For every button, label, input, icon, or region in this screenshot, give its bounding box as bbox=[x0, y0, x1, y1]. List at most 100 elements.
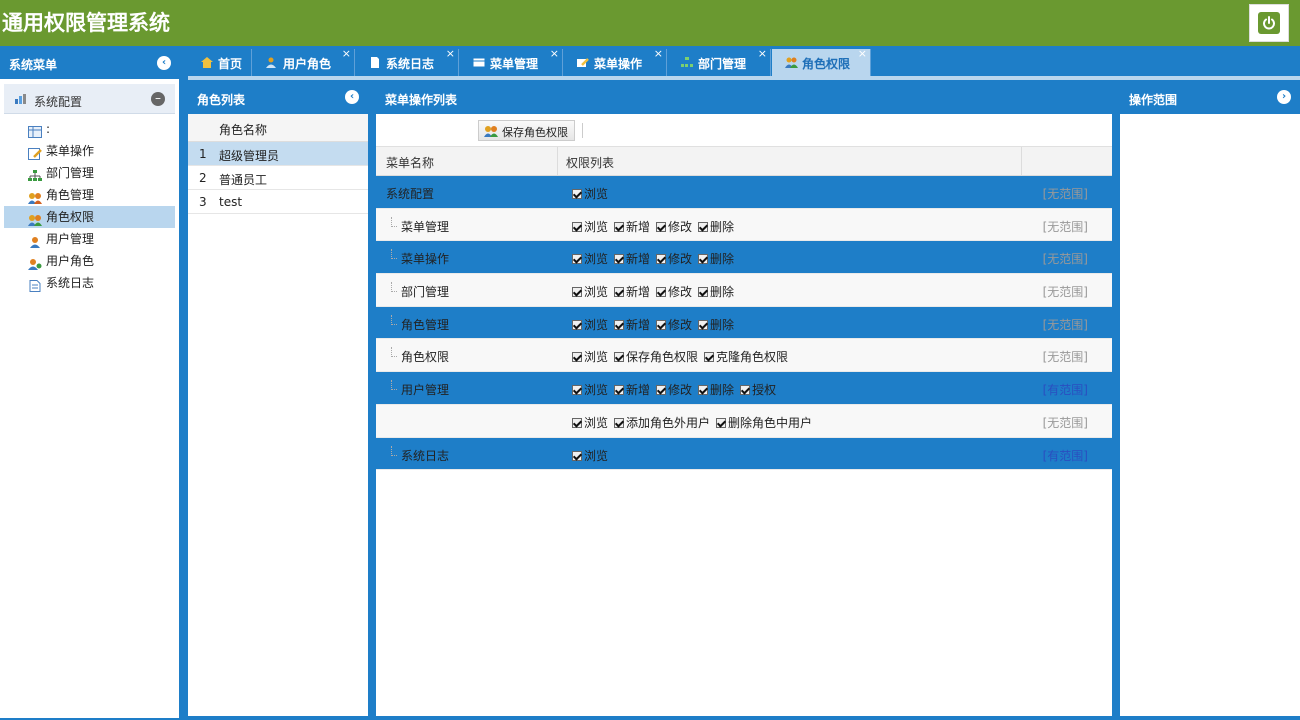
scope-link[interactable]: [无范围] bbox=[1043, 414, 1088, 431]
permission-checkbox[interactable]: 添加角色外用户 bbox=[614, 416, 710, 430]
close-icon[interactable]: × bbox=[550, 47, 559, 60]
table-row[interactable]: 浏览 添加角色外用户 删除角色中用户 [无范围] bbox=[376, 404, 1112, 438]
panel-splitter[interactable] bbox=[368, 80, 376, 718]
checkbox-checked-icon[interactable] bbox=[704, 352, 715, 363]
expand-right-icon[interactable]: › bbox=[1277, 90, 1291, 104]
sidebar-item-role-permission[interactable]: 角色权限 bbox=[4, 206, 175, 228]
sidebar-item-menu-ops[interactable]: 菜单操作 bbox=[4, 140, 175, 162]
checkbox-checked-icon[interactable] bbox=[740, 385, 751, 396]
scope-link[interactable]: [无范围] bbox=[1043, 185, 1088, 202]
permission-checkbox[interactable]: 新增 bbox=[614, 318, 650, 332]
permission-checkbox[interactable]: 授权 bbox=[740, 383, 776, 397]
sidebar-splitter[interactable] bbox=[179, 46, 188, 718]
table-row[interactable]: 2 普通员工 bbox=[188, 166, 368, 190]
checkbox-checked-icon[interactable] bbox=[572, 385, 582, 396]
checkbox-checked-icon[interactable] bbox=[572, 254, 582, 265]
table-row[interactable]: 菜单管理 浏览 新增 修改 删除 [无范围] bbox=[376, 208, 1112, 242]
checkbox-checked-icon[interactable] bbox=[572, 221, 582, 232]
scope-link[interactable]: [无范围] bbox=[1043, 316, 1088, 333]
tab-home[interactable]: 首页 bbox=[188, 49, 252, 76]
scope-link[interactable]: [有范围] bbox=[1043, 381, 1088, 398]
checkbox-checked-icon[interactable] bbox=[656, 319, 667, 330]
permission-checkbox[interactable]: 修改 bbox=[656, 285, 692, 299]
sidebar-item-role-manage[interactable]: 角色管理 bbox=[4, 184, 175, 206]
close-icon[interactable]: × bbox=[446, 47, 455, 60]
power-button[interactable] bbox=[1249, 4, 1289, 42]
permission-checkbox[interactable]: 修改 bbox=[656, 383, 692, 397]
tab-role-permission[interactable]: 角色权限 × bbox=[772, 47, 871, 76]
checkbox-checked-icon[interactable] bbox=[698, 287, 709, 298]
sidebar-item-user-manage[interactable]: 用户管理 bbox=[4, 228, 175, 250]
permission-checkbox[interactable]: 修改 bbox=[656, 220, 692, 234]
permission-checkbox[interactable]: 删除角色中用户 bbox=[716, 416, 812, 430]
checkbox-checked-icon[interactable] bbox=[614, 385, 625, 396]
checkbox-checked-icon[interactable] bbox=[614, 287, 625, 298]
permission-checkbox[interactable]: 修改 bbox=[656, 318, 692, 332]
permission-checkbox[interactable]: 浏览 bbox=[572, 416, 608, 430]
tab-menu-ops[interactable]: 菜单操作 × bbox=[564, 47, 667, 76]
table-row[interactable]: 系统配置 浏览 [无范围] bbox=[376, 176, 1112, 209]
table-row[interactable]: 菜单操作 浏览 新增 修改 删除 [无范围] bbox=[376, 241, 1112, 275]
checkbox-checked-icon[interactable] bbox=[698, 385, 709, 396]
close-icon[interactable]: × bbox=[654, 47, 663, 60]
close-icon[interactable]: × bbox=[342, 47, 351, 60]
checkbox-checked-icon[interactable] bbox=[614, 319, 625, 330]
permission-checkbox[interactable]: 浏览 bbox=[572, 350, 608, 364]
sidebar-item-user-role[interactable]: 用户角色 bbox=[4, 250, 175, 272]
save-role-permission-button[interactable]: 保存角色权限 bbox=[478, 120, 575, 141]
permission-checkbox[interactable]: 删除 bbox=[698, 285, 734, 299]
permission-checkbox[interactable]: 浏览 bbox=[572, 285, 608, 299]
tab-department[interactable]: 部门管理 × bbox=[668, 47, 771, 76]
checkbox-checked-icon[interactable] bbox=[572, 352, 582, 363]
scope-link[interactable]: [无范围] bbox=[1043, 283, 1088, 300]
tab-menu-manage[interactable]: 菜单管理 × bbox=[460, 47, 563, 76]
table-row[interactable]: 1 超级管理员 bbox=[188, 142, 368, 166]
collapse-group-icon[interactable]: – bbox=[151, 92, 165, 106]
permission-checkbox[interactable]: 删除 bbox=[698, 252, 734, 266]
checkbox-checked-icon[interactable] bbox=[572, 189, 582, 199]
permission-checkbox[interactable]: 浏览 bbox=[572, 318, 608, 332]
table-row[interactable]: 用户管理 浏览 新增 修改 删除 授权 [有范围] bbox=[376, 372, 1112, 405]
permission-checkbox[interactable]: 删除 bbox=[698, 383, 734, 397]
table-row[interactable]: 3 test bbox=[188, 190, 368, 214]
close-icon[interactable]: × bbox=[758, 47, 767, 60]
checkbox-checked-icon[interactable] bbox=[614, 352, 625, 363]
sidebar-item-menu-manage[interactable]: : bbox=[4, 118, 175, 140]
table-row[interactable]: 系统日志 浏览 [有范围] bbox=[376, 438, 1112, 471]
checkbox-checked-icon[interactable] bbox=[656, 287, 667, 298]
sidebar-item-department[interactable]: 部门管理 bbox=[4, 162, 175, 184]
permission-checkbox[interactable]: 保存角色权限 bbox=[614, 350, 698, 364]
permission-checkbox[interactable]: 新增 bbox=[614, 252, 650, 266]
checkbox-checked-icon[interactable] bbox=[656, 385, 667, 396]
checkbox-checked-icon[interactable] bbox=[698, 221, 709, 232]
table-row[interactable]: 部门管理 浏览 新增 修改 删除 [无范围] bbox=[376, 274, 1112, 307]
close-icon[interactable]: × bbox=[858, 47, 867, 60]
checkbox-checked-icon[interactable] bbox=[716, 417, 727, 428]
collapse-left-icon[interactable]: ‹ bbox=[157, 56, 171, 70]
collapse-left-icon[interactable]: ‹ bbox=[345, 90, 359, 104]
permission-checkbox[interactable]: 新增 bbox=[614, 285, 650, 299]
checkbox-checked-icon[interactable] bbox=[614, 221, 625, 232]
checkbox-checked-icon[interactable] bbox=[572, 287, 582, 298]
table-row[interactable]: 角色权限 浏览 保存角色权限 克隆角色权限 [无范围] bbox=[376, 339, 1112, 373]
scope-link[interactable]: [无范围] bbox=[1043, 348, 1088, 365]
tab-system-log[interactable]: 系统日志 × bbox=[356, 47, 459, 76]
checkbox-checked-icon[interactable] bbox=[656, 254, 667, 265]
permission-checkbox[interactable]: 删除 bbox=[698, 318, 734, 332]
checkbox-checked-icon[interactable] bbox=[572, 417, 582, 428]
checkbox-checked-icon[interactable] bbox=[572, 450, 582, 461]
checkbox-checked-icon[interactable] bbox=[698, 254, 709, 265]
scope-link[interactable]: [有范围] bbox=[1043, 447, 1088, 464]
panel-splitter[interactable] bbox=[1112, 80, 1120, 718]
permission-checkbox[interactable]: 浏览 bbox=[572, 187, 608, 201]
table-row[interactable]: 角色管理 浏览 新增 修改 删除 [无范围] bbox=[376, 307, 1112, 340]
checkbox-checked-icon[interactable] bbox=[572, 319, 582, 330]
permission-checkbox[interactable]: 浏览 bbox=[572, 252, 608, 266]
checkbox-checked-icon[interactable] bbox=[614, 254, 625, 265]
tab-user-role[interactable]: 用户角色 × bbox=[253, 47, 355, 76]
permission-checkbox[interactable]: 浏览 bbox=[572, 220, 608, 234]
permission-checkbox[interactable]: 新增 bbox=[614, 383, 650, 397]
checkbox-checked-icon[interactable] bbox=[698, 319, 709, 330]
permission-checkbox[interactable]: 克隆角色权限 bbox=[704, 350, 788, 364]
permission-checkbox[interactable]: 修改 bbox=[656, 252, 692, 266]
